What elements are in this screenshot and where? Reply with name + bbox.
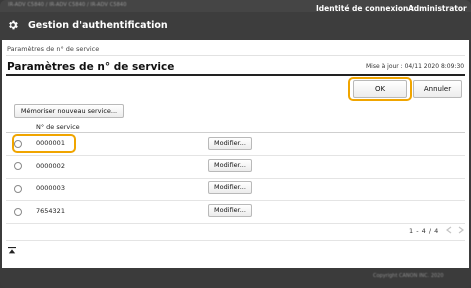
row-highlight-ring xyxy=(12,134,76,153)
modify-button[interactable]: Modifier... xyxy=(208,137,252,150)
title-divider xyxy=(6,74,465,76)
screen: IR-ADV C5840 / IR-ADV C5840 / IR-ADV C58… xyxy=(0,0,471,288)
register-service-button[interactable]: Mémoriser nouveau service... xyxy=(14,104,124,118)
service-number: 0000003 xyxy=(36,184,65,192)
divider xyxy=(6,240,465,241)
modify-button[interactable]: Modifier... xyxy=(208,181,252,194)
cancel-button[interactable]: Annuler xyxy=(413,80,462,98)
column-header-service-number: N° de service xyxy=(36,123,80,131)
copyright-text: Copyright CANON INC. 2020 xyxy=(373,273,444,279)
last-update: Mise à jour : 04/11 2020 8:09:30 xyxy=(366,63,465,70)
row-radio-button[interactable] xyxy=(14,185,22,193)
row-radio-button[interactable] xyxy=(14,208,22,216)
app-title: Gestion d'authentification xyxy=(28,20,168,31)
ok-button[interactable]: OK xyxy=(353,80,407,98)
chevron-left-right-icon xyxy=(446,226,464,234)
breadcrumb: Paramètres de n° de service xyxy=(7,45,100,53)
scroll-to-top-icon[interactable] xyxy=(8,247,16,255)
modify-button[interactable]: Modifier... xyxy=(208,159,252,172)
page-nav-arrows[interactable] xyxy=(446,226,464,236)
device-id: IR-ADV C5840 / IR-ADV C5840 / IR-ADV C58… xyxy=(8,2,127,8)
modify-button[interactable]: Modifier... xyxy=(208,204,252,217)
pagination-text: 1 - 4 / 4 xyxy=(409,227,439,235)
gear-icon xyxy=(9,20,18,30)
row-radio-button[interactable] xyxy=(14,162,22,170)
divider xyxy=(6,55,465,56)
page-title: Paramètres de n° de service xyxy=(7,61,175,73)
service-number: 0000002 xyxy=(36,162,65,170)
service-number: 7654321 xyxy=(36,207,65,215)
